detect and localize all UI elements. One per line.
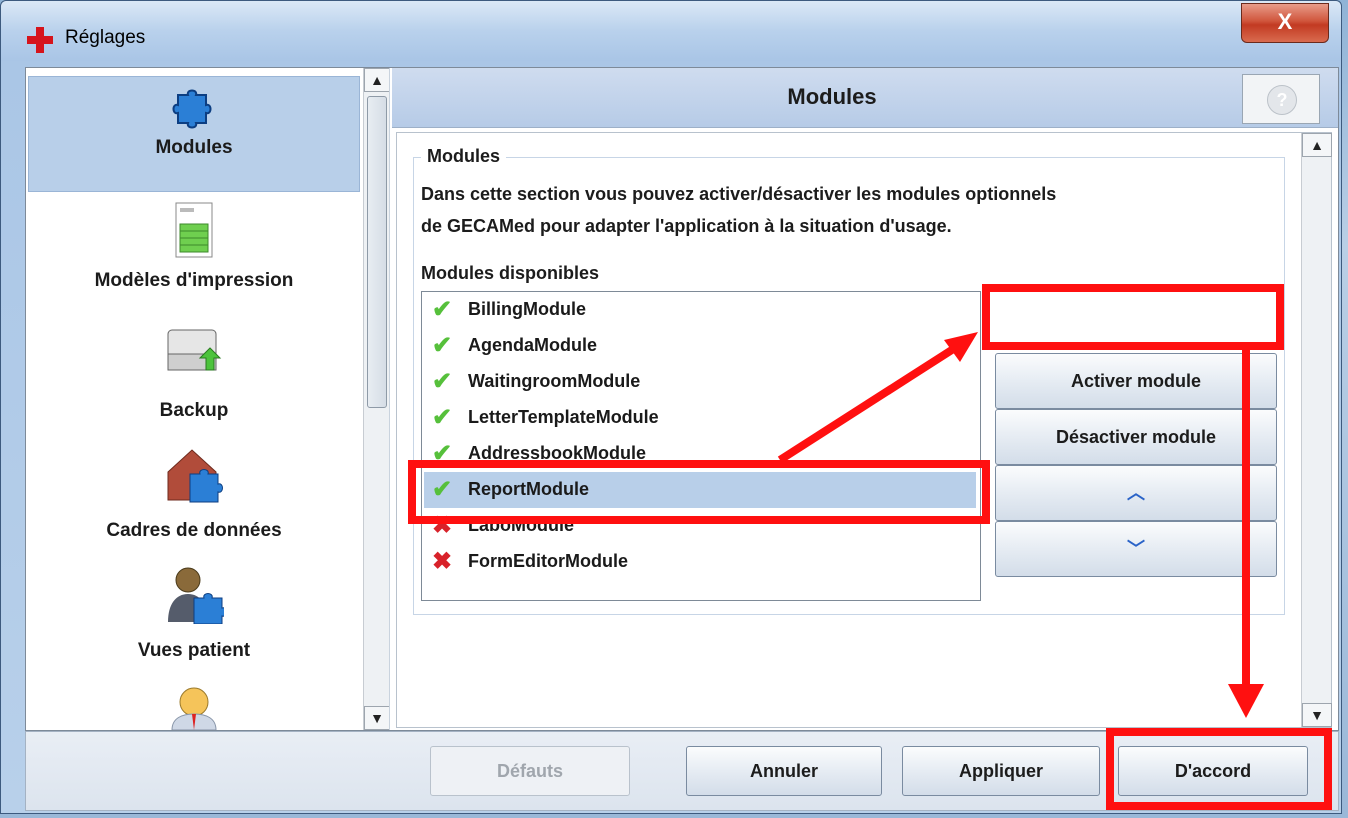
window-title: Réglages — [65, 27, 146, 48]
module-name: FormEditorModule — [468, 551, 628, 571]
apply-button[interactable]: Appliquer — [902, 746, 1100, 796]
main-panel: Modules ? Modules Dans cette section vou… — [392, 68, 1338, 730]
module-name: AgendaModule — [468, 335, 597, 355]
settings-sidebar: Modules Modèles d'impression Backup Cadr… — [26, 68, 390, 730]
move-up-button[interactable]: ︿ — [995, 465, 1277, 521]
sidebar-item-label: Cadres de données — [106, 520, 282, 541]
available-modules-label: Modules disponibles — [421, 263, 600, 283]
cancel-button[interactable]: Annuler — [686, 746, 882, 796]
cross-icon: ✖ — [432, 548, 453, 575]
settings-content: Modules Modèles d'impression Backup Cadr… — [25, 67, 1339, 731]
scroll-down-button[interactable]: ▼ — [1302, 703, 1332, 727]
check-icon: ✔ — [432, 368, 453, 395]
modules-list[interactable]: ✔ BillingModule ✔ AgendaModule ✔ Waiting… — [421, 291, 981, 601]
sidebar-item-patient-views[interactable]: Vues patient — [28, 564, 360, 674]
sidebar-item-label: Backup — [159, 400, 229, 421]
list-item[interactable]: ✖ FormEditorModule — [424, 544, 976, 580]
panel-scrollbar[interactable]: ▲ ▼ — [1301, 133, 1332, 727]
chevron-up-icon: ︿ — [1127, 483, 1145, 503]
user-icon — [171, 687, 217, 730]
description-line: de GECAMed pour adapter l'application à … — [421, 216, 952, 236]
chevron-down-icon: ﹀ — [1127, 539, 1145, 559]
sidebar-item-print-templates[interactable]: Modèles d'impression — [28, 202, 360, 312]
module-name: WaitingroomModule — [468, 371, 641, 391]
description-line: Dans cette section vous pouvez activer/d… — [421, 184, 1057, 204]
highlight-ok-box — [1106, 728, 1332, 810]
red-cross-icon — [27, 27, 53, 53]
sidebar-item-backup[interactable]: Backup — [28, 324, 360, 434]
check-icon: ✔ — [432, 332, 453, 359]
list-item[interactable]: ✔ AgendaModule — [424, 328, 976, 364]
scroll-down-button[interactable]: ▼ — [364, 706, 389, 730]
sidebar-item-label: Vues patient — [137, 640, 251, 661]
sidebar-item-user[interactable] — [28, 686, 360, 730]
sidebar-item-label: Modèles d'impression — [94, 270, 294, 291]
activate-module-button[interactable]: Activer module — [995, 353, 1277, 409]
scroll-up-button[interactable]: ▲ — [1302, 133, 1332, 157]
group-title: Modules — [421, 146, 507, 167]
house-puzzle-icon — [167, 449, 223, 503]
panel-body: Modules Dans cette section vous pouvez a… — [396, 132, 1332, 728]
title-bar[interactable]: Réglages X — [1, 1, 1341, 61]
deactivate-module-button[interactable]: Désactiver module — [995, 409, 1277, 465]
defaults-button[interactable]: Défauts — [430, 746, 630, 796]
help-button[interactable]: ? — [1242, 74, 1320, 124]
settings-window: Réglages X Modules Modèles d'impression … — [0, 0, 1342, 814]
highlight-activate-box — [982, 284, 1284, 350]
list-item[interactable]: ✔ LetterTemplateModule — [424, 400, 976, 436]
description: Dans cette section vous pouvez activer/d… — [421, 178, 1281, 242]
sidebar-item-data-frames[interactable]: Cadres de données — [28, 444, 360, 554]
person-puzzle-icon — [168, 567, 224, 624]
move-down-button[interactable]: ﹀ — [995, 521, 1277, 577]
list-item[interactable]: ✔ WaitingroomModule — [424, 364, 976, 400]
document-icon — [175, 202, 213, 258]
check-icon: ✔ — [432, 404, 453, 431]
puzzle-icon — [172, 89, 212, 129]
sidebar-item-modules[interactable]: Modules — [28, 76, 360, 192]
check-icon: ✔ — [432, 296, 453, 323]
module-name: LetterTemplateModule — [468, 407, 659, 427]
help-icon: ? — [1267, 85, 1297, 115]
sidebar-item-label: Modules — [155, 137, 233, 158]
highlight-module-box — [408, 460, 990, 524]
close-button[interactable]: X — [1241, 3, 1329, 43]
panel-header: Modules ? — [392, 68, 1338, 128]
list-item[interactable]: ✔ BillingModule — [424, 292, 976, 328]
sidebar-scrollbar[interactable]: ▲ ▼ — [363, 68, 389, 730]
scroll-thumb[interactable] — [367, 96, 387, 408]
scroll-up-button[interactable]: ▲ — [364, 68, 389, 92]
module-name: BillingModule — [468, 299, 586, 319]
panel-title: Modules — [787, 84, 877, 109]
drive-backup-icon — [167, 329, 222, 371]
